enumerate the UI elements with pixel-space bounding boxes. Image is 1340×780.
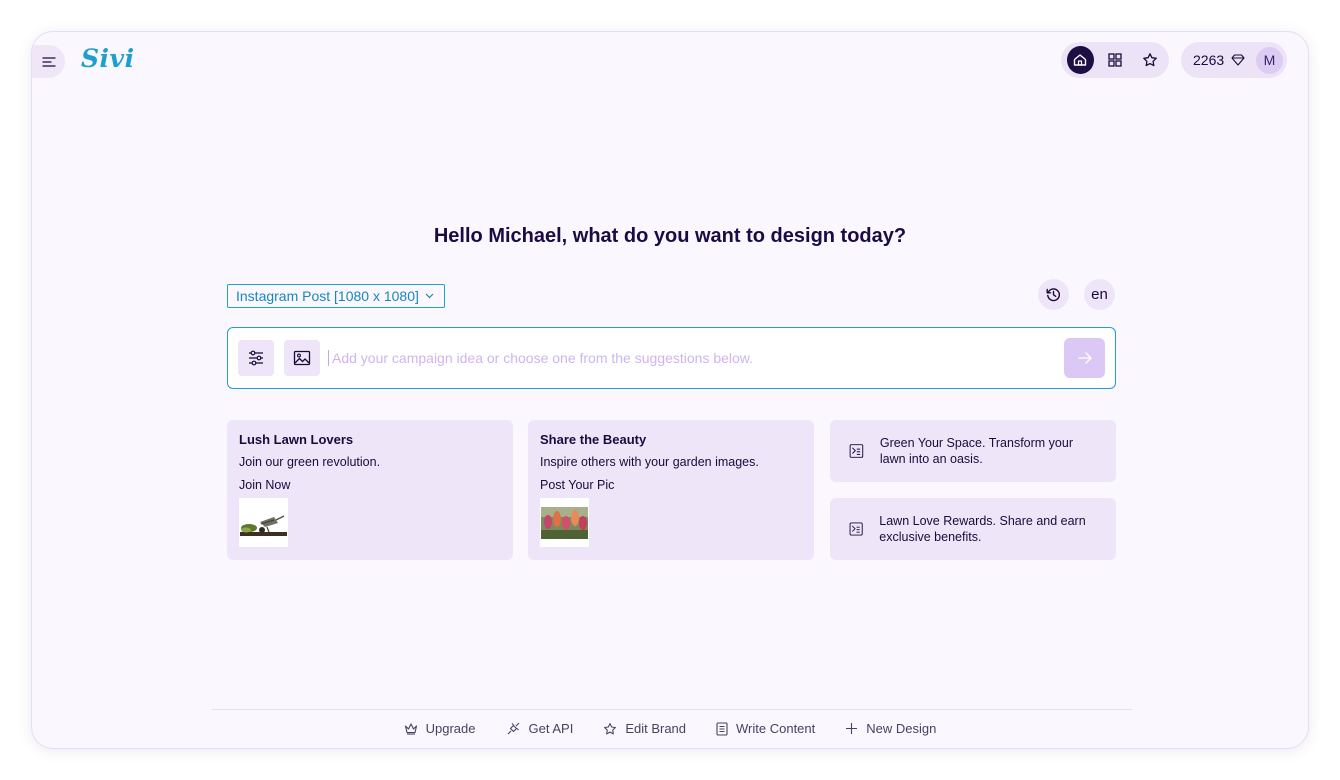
suggestion-thumbnail	[239, 498, 288, 547]
prompt-icon	[849, 522, 863, 536]
format-select[interactable]: Instagram Post [1080 x 1080]	[227, 284, 445, 308]
top-nav	[1061, 42, 1169, 78]
wheelbarrow-image	[240, 499, 287, 546]
get-api-link[interactable]: Get API	[506, 721, 574, 736]
star-icon	[1142, 53, 1157, 67]
footer-links: Upgrade Get API Edit Brand Write Content	[32, 721, 1308, 736]
send-button[interactable]	[1064, 338, 1105, 378]
get-api-label: Get API	[528, 721, 574, 736]
suggestion-title: Lush Lawn Lovers	[239, 432, 354, 447]
suggestion-cta: Join Now	[239, 478, 291, 492]
designs-button[interactable]	[1102, 46, 1129, 74]
home-button[interactable]	[1067, 46, 1094, 74]
new-design-label: New Design	[866, 721, 937, 736]
idea-card[interactable]: Green Your Space. Transform your lawn in…	[830, 420, 1116, 482]
suggestion-subtitle: Inspire others with your garden images.	[540, 455, 759, 469]
crown-icon	[404, 723, 417, 735]
plug-icon	[507, 722, 519, 735]
grid-icon	[1108, 53, 1122, 67]
arrow-right-icon	[1077, 352, 1092, 364]
suggestion-card[interactable]: Lush Lawn Lovers Join our green revoluti…	[227, 420, 513, 560]
image-upload-button[interactable]	[284, 340, 320, 376]
idea-text: Lawn Love Rewards. Share and earn exclus…	[879, 514, 1086, 544]
suggestion-subtitle: Join our green revolution.	[239, 455, 381, 469]
suggestion-title: Share the Beauty	[540, 432, 647, 447]
edit-brand-label: Edit Brand	[625, 721, 687, 736]
new-design-link[interactable]: New Design	[845, 721, 936, 736]
app-window: Sivi 2263 M Hello Michael, what do you w…	[31, 31, 1309, 749]
image-icon	[293, 350, 311, 366]
upgrade-label: Upgrade	[425, 721, 476, 736]
star-outline-icon	[604, 722, 617, 734]
chevron-down-icon	[425, 293, 434, 299]
footer-divider	[212, 709, 1132, 710]
avatar[interactable]: M	[1256, 46, 1283, 74]
language-label: en	[1091, 286, 1108, 303]
document-icon	[716, 721, 728, 736]
idea-text: Green Your Space. Transform your lawn in…	[879, 436, 1074, 466]
sliders-icon	[249, 350, 263, 366]
idea-card[interactable]: Lawn Love Rewards. Share and earn exclus…	[830, 498, 1116, 560]
diamond-icon	[1231, 54, 1245, 66]
campaign-idea-input[interactable]	[332, 345, 1052, 371]
app-logo[interactable]: Sivi	[81, 44, 135, 73]
format-select-value: Instagram Post [1080 x 1080]	[236, 288, 419, 304]
write-content-link[interactable]: Write Content	[716, 721, 815, 736]
settings-button[interactable]	[238, 340, 274, 376]
menu-button[interactable]	[32, 45, 65, 78]
history-button[interactable]	[1038, 279, 1069, 310]
upgrade-link[interactable]: Upgrade	[404, 721, 476, 736]
credit-count: 2263	[1193, 52, 1225, 68]
suggestion-thumbnail	[540, 498, 589, 547]
prompt-icon	[849, 444, 864, 458]
menu-icon	[41, 56, 56, 67]
write-content-label: Write Content	[736, 721, 816, 736]
home-icon	[1074, 54, 1087, 66]
flowers-image	[541, 499, 588, 546]
language-button[interactable]: en	[1084, 279, 1115, 310]
edit-brand-link[interactable]: Edit Brand	[603, 721, 686, 736]
favorites-button[interactable]	[1136, 46, 1163, 74]
credits-pill[interactable]: 2263 M	[1181, 42, 1287, 78]
suggestion-card[interactable]: Share the Beauty Inspire others with you…	[528, 420, 814, 560]
history-icon	[1046, 288, 1061, 302]
text-caret	[328, 350, 329, 366]
plus-icon	[846, 723, 858, 734]
page-title: Hello Michael, what do you want to desig…	[433, 225, 907, 247]
prompt-box	[227, 327, 1116, 389]
suggestion-cta: Post Your Pic	[540, 478, 615, 492]
